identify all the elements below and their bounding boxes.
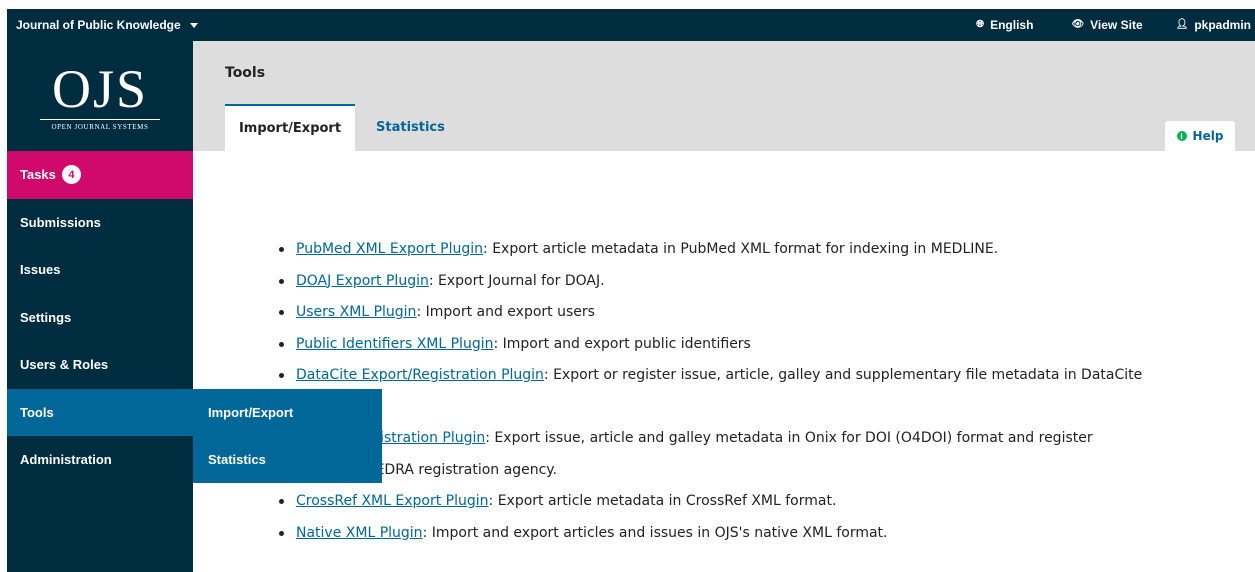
sidebar-item-label: Submissions — [20, 214, 101, 230]
user-icon: 👤︎ — [1175, 19, 1189, 30]
submenu-item-statistics[interactable]: Statistics — [193, 436, 382, 483]
sidebar-item-label: Administration — [20, 452, 112, 468]
caret-down-icon — [189, 22, 198, 28]
list-item: Users XML Plugin: Import and export user… — [277, 297, 1217, 329]
eye-icon: 👁︎ — [1071, 19, 1085, 30]
view-site-label: View Site — [1090, 18, 1143, 32]
plugin-description: : Export article metadata in CrossRef XM… — [488, 493, 837, 509]
page-header: Tools Import/Export Statistics i Help — [193, 41, 1255, 151]
plugin-link[interactable]: Public Identifiers XML Plugin — [296, 336, 493, 352]
plugin-description: : Import and export articles and issues … — [422, 524, 888, 541]
ojs-logo[interactable]: OJS OPEN JOURNAL SYSTEMS — [7, 41, 193, 151]
sidebar-item-tasks[interactable]: Tasks 4 — [7, 151, 193, 199]
logo-subtitle: OPEN JOURNAL SYSTEMS — [51, 122, 149, 131]
plugin-list: PubMed XML Export Plugin: Export article… — [277, 234, 1217, 549]
logo-rule — [40, 118, 160, 120]
sidebar-item-administration[interactable]: Administration — [7, 436, 193, 484]
tab-statistics[interactable]: Statistics — [376, 104, 445, 151]
top-bar: Journal of Public Knowledge 🌐︎ English 👁… — [7, 9, 1255, 41]
sidebar-item-label: Tools — [20, 404, 54, 420]
globe-icon: 🌐︎ — [976, 19, 985, 30]
journal-name: Journal of Public Knowledge — [16, 18, 181, 32]
plugin-link[interactable]: DataCite Export/Registration Plugin — [296, 367, 544, 383]
list-item: Native XML Plugin: Import and export art… — [277, 518, 1217, 550]
sidebar: OJS OPEN JOURNAL SYSTEMS Tasks 4 Submiss… — [7, 41, 193, 572]
plugin-description: : Export or register issue, article, gal… — [543, 367, 1143, 383]
tools-submenu: Import/Export Statistics — [193, 389, 382, 483]
plugin-link[interactable]: CrossRef XML Export Plugin — [296, 493, 489, 509]
list-item: PubMed XML Export Plugin: Export article… — [277, 234, 1217, 266]
list-item: Public Identifiers XML Plugin: Import an… — [277, 329, 1217, 361]
plugin-description-continued: he mEDRA registration agency. — [340, 461, 557, 478]
sidebar-item-settings[interactable]: Settings — [7, 294, 193, 342]
plugin-link[interactable]: DOAJ Export Plugin — [296, 273, 429, 289]
list-item: DataCite Export/Registration Plugin: Exp… — [277, 360, 1217, 423]
sidebar-item-submissions[interactable]: Submissions — [7, 199, 193, 247]
plugin-description: : Export Journal for DOAJ. — [428, 272, 605, 289]
sidebar-item-label: Settings — [20, 309, 72, 325]
info-icon: i — [1176, 131, 1187, 141]
sidebar-item-tools[interactable]: Tools — [7, 388, 193, 436]
top-links: 🌐︎ English 👁︎ View Site 👤︎ pkpadmin — [976, 18, 1255, 32]
user-menu[interactable]: 👤︎ pkpadmin — [1176, 18, 1251, 32]
plugin-description: : Import and export users — [416, 304, 595, 320]
sidebar-item-users-roles[interactable]: Users & Roles — [7, 341, 193, 389]
plugin-link[interactable]: Native XML Plugin — [296, 525, 423, 541]
list-item: DOAJ Export Plugin: Export Journal for D… — [277, 266, 1217, 298]
page-title: Tools — [225, 65, 266, 81]
view-site-link[interactable]: 👁︎ View Site — [1071, 18, 1142, 32]
language-label: English — [990, 18, 1034, 32]
submenu-item-import-export[interactable]: Import/Export — [193, 389, 382, 436]
help-button[interactable]: i Help — [1165, 121, 1235, 151]
list-item: ort/Registration Plugin: Export issue, a… — [277, 423, 1217, 486]
journal-switcher[interactable]: Journal of Public Knowledge — [16, 18, 198, 32]
sidebar-item-label: Issues — [20, 262, 61, 278]
plugin-description: : Export issue, article and galley metad… — [485, 430, 1093, 446]
plugin-description: : Import and export public identifiers — [493, 335, 751, 352]
sidebar-item-label: Users & Roles — [20, 357, 109, 373]
help-label: Help — [1192, 129, 1224, 143]
language-menu[interactable]: 🌐︎ English — [976, 18, 1033, 32]
logo-text: OJS — [51, 58, 149, 119]
tab-import-export[interactable]: Import/Export — [225, 104, 355, 151]
user-label: pkpadmin — [1194, 18, 1251, 32]
plugin-link[interactable]: PubMed XML Export Plugin — [296, 241, 483, 257]
sidebar-item-issues[interactable]: Issues — [7, 246, 193, 294]
sidebar-item-label: Tasks — [20, 167, 56, 183]
plugin-description: : Export article metadata in PubMed XML … — [483, 241, 999, 257]
tasks-count-badge: 4 — [61, 165, 81, 185]
plugin-link[interactable]: Users XML Plugin — [296, 304, 416, 320]
list-item: CrossRef XML Export Plugin: Export artic… — [277, 486, 1217, 518]
